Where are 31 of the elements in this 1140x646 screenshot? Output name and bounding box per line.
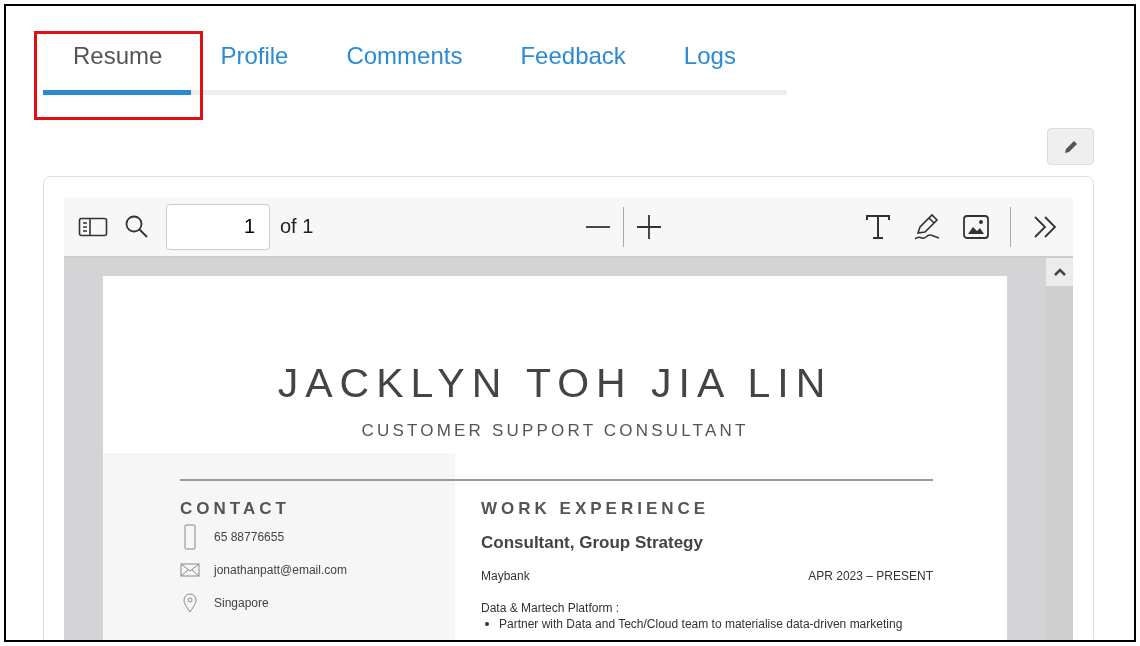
tab[interactable]: Comments: [317, 32, 492, 95]
tab[interactable]: Feedback: [491, 32, 655, 95]
job-dates: APR 2023 – PRESENT: [808, 569, 933, 583]
text-tool-icon[interactable]: [864, 212, 892, 241]
section-heading: CONTACT: [180, 499, 291, 519]
draw-icon[interactable]: [912, 211, 942, 242]
envelope-icon: [180, 563, 200, 577]
contact-text: 65 88776655: [214, 530, 285, 544]
bullet-text: Partner with Data and Tech/Cloud team to materialise data-driven marketing: [499, 617, 903, 631]
edit-button[interactable]: [1047, 128, 1094, 165]
page-number-field[interactable]: 1: [166, 203, 270, 250]
zoom-in-icon[interactable]: [636, 213, 663, 240]
search-icon[interactable]: [124, 213, 150, 240]
tab[interactable]: Resume: [43, 32, 192, 95]
tab[interactable]: Profile: [191, 32, 318, 95]
resume-name: JACKLYN TOH JIA LIN: [277, 360, 833, 407]
bullet-icon: [485, 622, 489, 626]
contact-text: jonathanpatt@email.com: [214, 563, 347, 577]
page-total: of 1: [280, 215, 314, 238]
company-name: Maybank: [481, 569, 530, 583]
caret-up-icon: [1052, 267, 1067, 277]
job-title: Consultant, Group Strategy: [481, 533, 704, 553]
image-icon[interactable]: [962, 212, 990, 241]
contact-text: Singapore: [214, 596, 269, 610]
resume-headline: CUSTOMER SUPPORT CONSULTANT: [361, 421, 749, 441]
section-heading: WORK EXPERIENCE: [481, 499, 711, 519]
pencil-icon: [1062, 138, 1079, 155]
tab[interactable]: Logs: [654, 32, 765, 95]
scroll-up-button[interactable]: [1046, 258, 1073, 286]
location-pin-icon: [180, 593, 200, 613]
section-label: Data & Martech Platform :: [481, 601, 621, 615]
